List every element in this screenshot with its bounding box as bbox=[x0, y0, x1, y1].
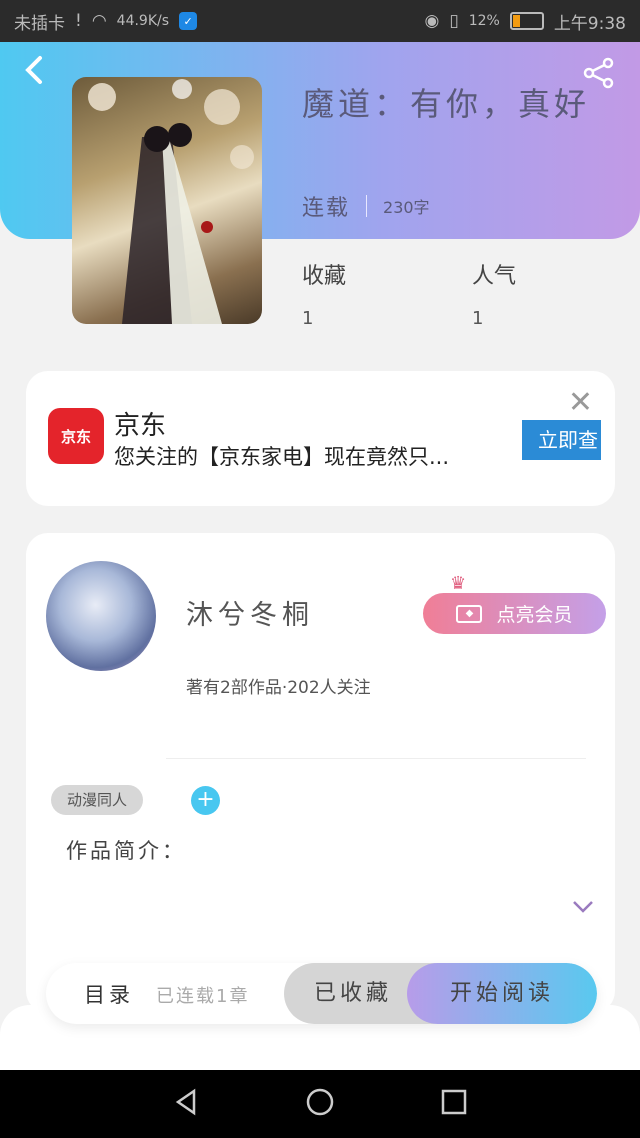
avatar[interactable] bbox=[46, 561, 156, 671]
cover-art bbox=[88, 79, 254, 324]
recents-nav-icon[interactable] bbox=[440, 1088, 468, 1120]
close-icon[interactable]: ✕ bbox=[568, 385, 593, 420]
carrier-text: 未插卡 bbox=[14, 13, 65, 34]
book-meta: 连载 230字 bbox=[302, 190, 430, 222]
battery-icon bbox=[509, 12, 544, 30]
ad-banner[interactable]: 京东 京东 您关注的【京东家电】现在竟然只... ✕ 立即查 bbox=[26, 371, 615, 506]
toc-button[interactable]: 目录 bbox=[84, 979, 134, 1009]
action-bar: 目录 已连载1章 已收藏 开始阅读 bbox=[46, 963, 597, 1024]
wifi-icon: ◠ bbox=[91, 11, 107, 31]
author-name[interactable]: 沐兮冬桐 bbox=[186, 593, 314, 632]
diamond-icon: ◆ bbox=[456, 604, 483, 623]
start-reading-button[interactable]: 开始阅读 bbox=[407, 963, 597, 1024]
stat-value: 1 bbox=[302, 308, 314, 329]
clock: 上午9:38 bbox=[553, 13, 626, 34]
intro-label: 作品简介： bbox=[66, 839, 186, 863]
ad-cta-button[interactable]: 立即查 bbox=[522, 420, 601, 460]
serial-status: 连载 bbox=[302, 196, 351, 221]
battery-percent: 12% bbox=[468, 13, 500, 29]
book-title: 魔道：有你，真好 bbox=[302, 85, 591, 123]
home-nav-icon[interactable] bbox=[305, 1087, 335, 1121]
crown-icon: ♛ bbox=[450, 573, 467, 594]
jd-logo-icon: 京东 bbox=[48, 408, 104, 464]
stat-label: 收藏 bbox=[302, 264, 347, 289]
chapter-count: 已连载1章 bbox=[156, 986, 250, 1007]
stat-favorites: 收藏 1 bbox=[302, 258, 472, 329]
back-button[interactable] bbox=[22, 54, 52, 90]
back-nav-icon[interactable] bbox=[172, 1088, 200, 1120]
plus-icon[interactable]: + bbox=[191, 786, 220, 815]
book-cover[interactable] bbox=[72, 77, 262, 324]
stat-popularity: 人气 1 bbox=[472, 258, 640, 329]
sim-alert-icon: ! bbox=[75, 11, 82, 31]
divider bbox=[166, 758, 586, 759]
chevron-left-icon bbox=[25, 56, 42, 84]
vibrate-icon: ▯ bbox=[449, 11, 459, 31]
system-nav-bar bbox=[0, 1070, 640, 1138]
ad-title: 京东 bbox=[114, 411, 167, 441]
eye-icon: ◉ bbox=[424, 11, 440, 31]
stat-value: 1 bbox=[472, 308, 484, 329]
word-count: 230字 bbox=[383, 198, 430, 217]
status-bar: 未插卡 ! ◠ 44.9K/s ✓ ◉ ▯ 12% 上午9:38 bbox=[0, 0, 640, 42]
genre-tag[interactable]: 动漫同人 bbox=[51, 785, 144, 815]
ad-description: 您关注的【京东家电】现在竟然只... bbox=[114, 445, 450, 469]
author-stats: 著有2部作品·202人关注 bbox=[186, 678, 371, 698]
network-speed: 44.9K/s bbox=[116, 13, 170, 29]
stat-label: 人气 bbox=[472, 264, 517, 289]
chevron-down-icon[interactable] bbox=[572, 895, 594, 920]
vip-button[interactable]: ◆ 点亮会员 bbox=[423, 593, 606, 634]
meta-divider bbox=[366, 195, 368, 217]
author-card: 沐兮冬桐 著有2部作品·202人关注 ♛ ◆ 点亮会员 动漫同人 + 作品简介： bbox=[26, 533, 615, 1013]
vip-label: 点亮会员 bbox=[496, 604, 573, 626]
book-stats: 收藏 1 人气 1 bbox=[302, 258, 640, 329]
shield-icon: ✓ bbox=[179, 12, 198, 30]
